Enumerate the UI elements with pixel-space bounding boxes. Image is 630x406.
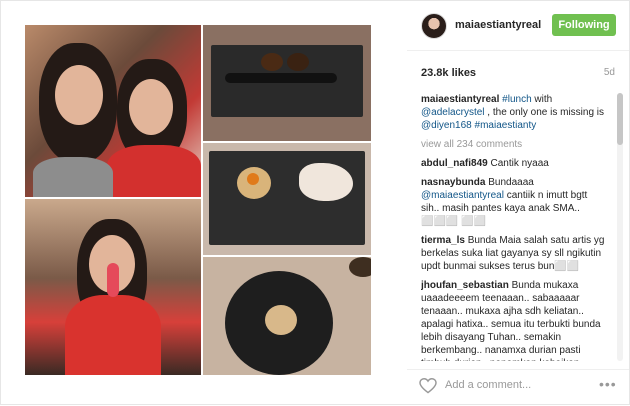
food-photo-plate	[203, 257, 371, 375]
comment-text: Bundaaaa	[488, 177, 534, 188]
comment-username[interactable]: jhoufan_sebastian	[421, 280, 509, 291]
caption-text: with	[531, 94, 553, 105]
post-header: maiaestiantyreal Following	[407, 1, 629, 51]
caption-text: , the only one is missing is	[484, 107, 605, 118]
comment-item: jhoufan_sebastian Bunda mukaxa uaaadeeee…	[421, 279, 607, 361]
comment-text: Cantik nyaaa	[490, 158, 549, 169]
post-sidebar: maiaestiantyreal Following 23.8k likes 5…	[407, 1, 629, 406]
food-photo-slate	[203, 25, 371, 141]
post-age[interactable]: 5d	[604, 67, 615, 78]
comments-list[interactable]: maiaestiantyreal #lunch with @adelacryst…	[421, 93, 607, 361]
more-options-icon[interactable]: •••	[599, 376, 617, 392]
hashtag-link[interactable]: #maiaestianty	[475, 120, 537, 131]
scrollbar-thumb[interactable]	[617, 93, 623, 145]
following-button[interactable]: Following	[552, 14, 616, 36]
mention-link[interactable]: @diyen168	[421, 120, 472, 131]
comment-username[interactable]: tierma_ls	[421, 235, 465, 246]
photo-collage	[25, 25, 371, 377]
avatar[interactable]	[421, 13, 447, 39]
username-link[interactable]: maiaestiantyreal	[455, 19, 541, 31]
mention-link[interactable]: @adelacrystel	[421, 107, 485, 118]
comment-username[interactable]: nasnaybunda	[421, 177, 485, 188]
comment-bar: Add a comment... •••	[407, 369, 629, 405]
caption-username[interactable]: maiaestiantyreal	[421, 94, 499, 105]
comment-item: nasnaybunda Bundaaaa @maiaestiantyreal c…	[421, 176, 607, 228]
hashtag-link[interactable]: #lunch	[502, 94, 531, 105]
view-all-comments-link[interactable]: view all 234 comments	[421, 138, 607, 151]
comment-username[interactable]: abdul_nafi849	[421, 158, 488, 169]
selfie-photo	[25, 25, 201, 197]
instagram-post-modal: maiaestiantyreal Following 23.8k likes 5…	[0, 0, 630, 405]
caption: maiaestiantyreal #lunch with @adelacryst…	[421, 93, 607, 132]
heart-icon[interactable]	[419, 378, 437, 394]
comment-item: tierma_ls Bunda Maia salah satu artis yg…	[421, 234, 607, 273]
post-photo[interactable]	[15, 15, 377, 377]
food-photo-sushi	[203, 143, 371, 255]
comment-text: Bunda mukaxa uaaadeeeem teenaaan.. sabaa…	[421, 280, 601, 361]
comment-item: abdul_nafi849 Cantik nyaaa	[421, 157, 607, 170]
likes-count[interactable]: 23.8k likes	[421, 67, 476, 79]
add-comment-input[interactable]: Add a comment...	[445, 379, 531, 391]
red-dress-photo	[25, 199, 201, 375]
mention-link[interactable]: @maiaestiantyreal	[421, 190, 504, 201]
